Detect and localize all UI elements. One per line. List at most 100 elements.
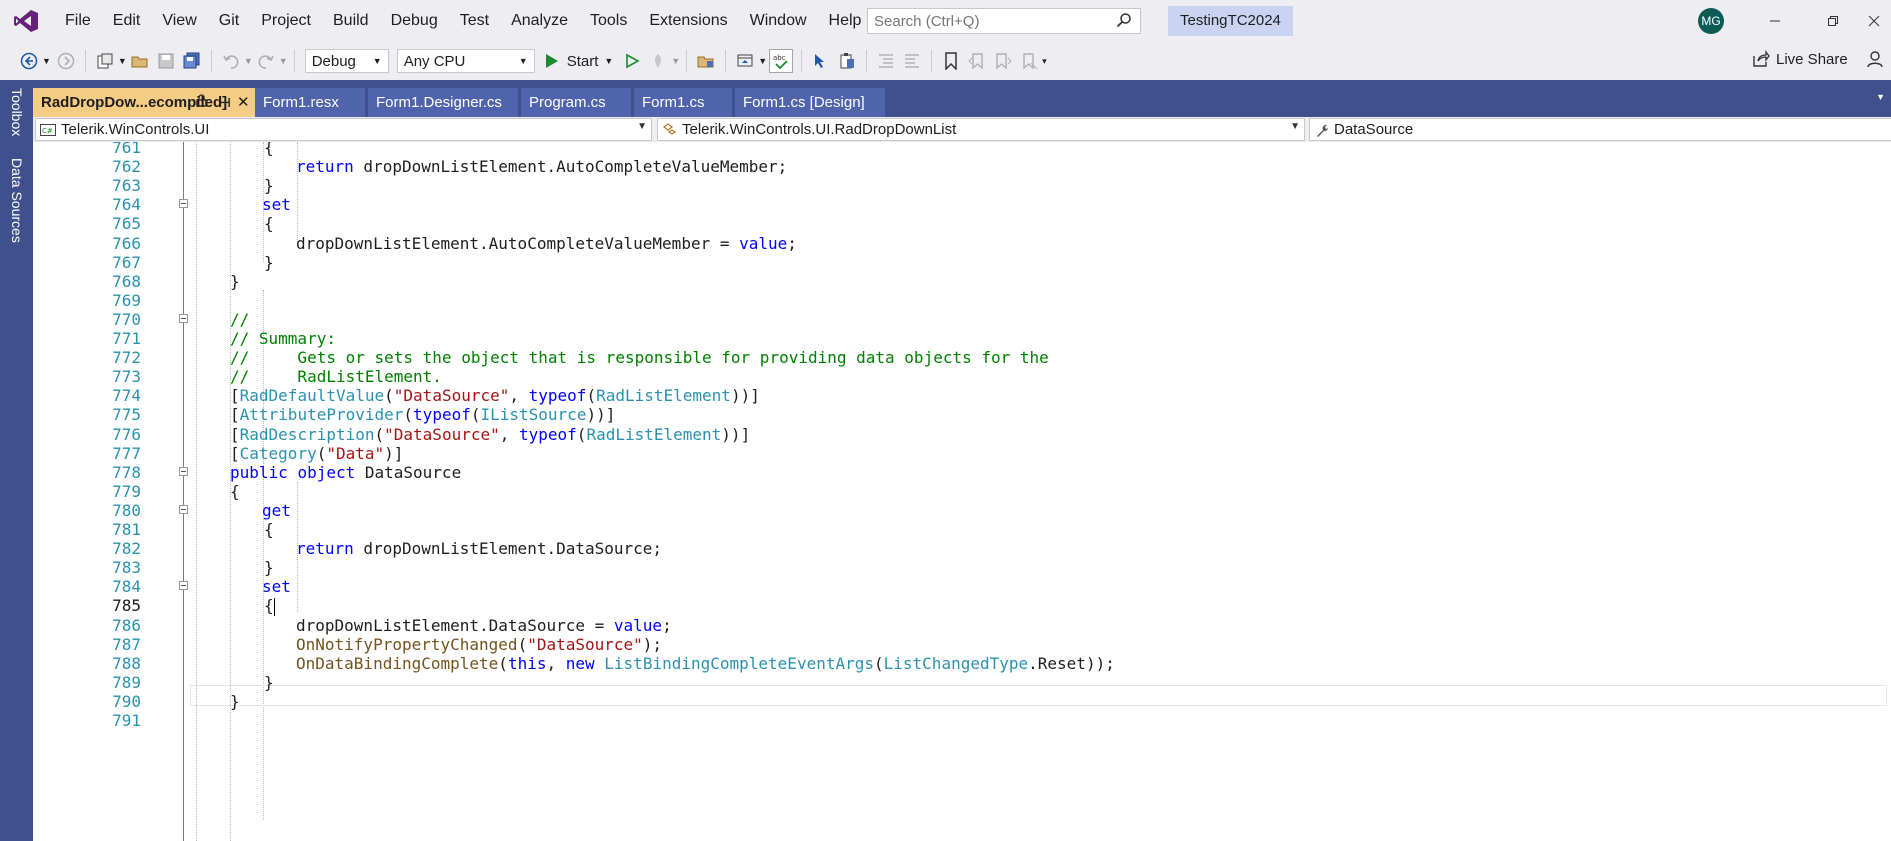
menu-debug[interactable]: Debug [380, 0, 449, 42]
menu-help[interactable]: Help [818, 0, 873, 42]
project-combo[interactable]: C# Telerik.WinControls.UI ▼ [35, 118, 652, 141]
new-project-icon[interactable] [94, 50, 116, 72]
undo-icon[interactable] [220, 50, 242, 72]
navigate-forward-icon[interactable] [55, 50, 77, 72]
toolbar-separator [866, 50, 868, 72]
navigate-back-icon[interactable] [18, 50, 40, 72]
open-folder-icon[interactable] [129, 50, 151, 72]
visual-studio-logo-icon[interactable] [12, 8, 40, 34]
chevron-down-icon[interactable]: ▼ [244, 56, 253, 66]
member-combo[interactable]: DataSource ▼ [1309, 118, 1891, 141]
search-box[interactable] [867, 8, 1141, 34]
search-icon[interactable] [1116, 12, 1132, 32]
clipboard-icon[interactable] [836, 50, 858, 72]
tab-raddropdownlist[interactable]: RadDropDow...ecompiled] ⊣ ✕ [33, 88, 255, 117]
menu-window[interactable]: Window [739, 0, 818, 42]
search-input[interactable] [868, 11, 1106, 31]
left-dock-strip: Toolbox Data Sources [0, 80, 33, 841]
toolbox-tab[interactable]: Toolbox [9, 88, 25, 136]
tab-form1-design[interactable]: Form1.cs [Design] [735, 88, 885, 117]
lock-icon [196, 88, 207, 117]
menu-project[interactable]: Project [250, 0, 322, 42]
code-editor[interactable]: 761{762 return dropDownListElement.AutoCo… [33, 142, 1891, 841]
pin-tab-icon[interactable]: ⊣ [219, 88, 231, 117]
start-debugging-button[interactable]: Start ▼ [545, 52, 613, 70]
project-combo-value: Telerik.WinControls.UI [61, 121, 210, 138]
collapse-region-icon[interactable] [179, 199, 188, 209]
toolbar-separator [725, 50, 727, 72]
menu-analyze[interactable]: Analyze [500, 0, 579, 42]
collapse-region-icon[interactable] [179, 504, 188, 514]
minimize-button[interactable] [1752, 0, 1798, 42]
collapse-region-icon[interactable] [179, 581, 188, 591]
code-line[interactable]: 791 [33, 709, 1891, 732]
live-share-label: Live Share [1776, 50, 1848, 68]
menu-extensions[interactable]: Extensions [638, 0, 738, 42]
class-icon [663, 122, 677, 135]
tab-form1-designer[interactable]: Form1.Designer.cs [368, 88, 518, 117]
redo-icon[interactable] [255, 50, 277, 72]
svg-text:abc: abc [773, 54, 786, 62]
solution-configuration-value: Debug [311, 52, 356, 70]
code-map-icon[interactable] [734, 50, 756, 72]
cursor-pointer-icon[interactable] [810, 50, 832, 72]
menu-edit[interactable]: Edit [102, 0, 152, 42]
open-in-file-explorer-icon[interactable] [695, 50, 717, 72]
comment-out-icon[interactable] [875, 50, 897, 72]
solution-name-badge[interactable]: TestingTC2024 [1168, 6, 1293, 36]
close-window-button[interactable] [1856, 0, 1891, 42]
tab-list-dropdown-icon[interactable]: ▼ [1876, 92, 1885, 102]
chevron-down-icon: ▼ [518, 56, 528, 66]
hot-reload-icon[interactable] [647, 50, 669, 72]
solution-configuration-select[interactable]: Debug ▼ [304, 49, 389, 73]
toolbar-separator [84, 50, 86, 72]
next-bookmark-icon[interactable] [992, 50, 1014, 72]
start-label: Start [566, 52, 599, 70]
chevron-down-icon[interactable]: ▼ [671, 56, 680, 66]
collapse-region-icon[interactable] [179, 313, 188, 323]
chevron-down-icon[interactable]: ▼ [118, 56, 127, 66]
restore-button[interactable] [1810, 0, 1856, 42]
chevron-down-icon[interactable]: ▼ [279, 56, 288, 66]
data-sources-tab[interactable]: Data Sources [9, 158, 25, 243]
member-combo-value: DataSource [1334, 121, 1414, 138]
tab-program-cs[interactable]: Program.cs [521, 88, 631, 117]
menu-bar: File Edit View Git Project Build Debug Test Anal… [0, 0, 1891, 42]
start-without-debugging-icon[interactable] [621, 50, 643, 72]
tab-form1-resx[interactable]: Form1.resx [255, 88, 365, 117]
menu-file[interactable]: File [54, 0, 102, 42]
type-combo-value: Telerik.WinControls.UI.RadDropDownList [682, 121, 957, 138]
solution-platform-select[interactable]: Any CPU ▼ [396, 49, 535, 73]
share-icon [1753, 50, 1770, 67]
save-icon[interactable] [155, 50, 177, 72]
menu-build[interactable]: Build [322, 0, 380, 42]
tab-form1-cs[interactable]: Form1.cs [634, 88, 732, 117]
menu-test[interactable]: Test [449, 0, 500, 42]
chevron-down-icon[interactable]: ▼ [42, 56, 51, 66]
close-tab-icon[interactable]: ✕ [237, 88, 250, 117]
chevron-down-icon[interactable]: ▼ [758, 56, 767, 66]
chevron-down-icon[interactable]: ▼ [604, 56, 613, 66]
account-icon[interactable] [1866, 50, 1886, 68]
menu-tools[interactable]: Tools [579, 0, 638, 42]
save-all-icon[interactable] [181, 50, 203, 72]
menu-view[interactable]: View [151, 0, 207, 42]
menu-items: File Edit View Git Project Build Debug Test Anal… [54, 0, 872, 42]
toolbar-separator [210, 50, 212, 72]
clear-bookmarks-icon[interactable] [1018, 50, 1040, 72]
bookmark-icon[interactable] [940, 50, 962, 72]
previous-bookmark-icon[interactable] [966, 50, 988, 72]
type-combo[interactable]: Telerik.WinControls.UI.RadDropDownList ▼ [657, 118, 1305, 141]
menu-git[interactable]: Git [208, 0, 250, 42]
toolbar-overflow-icon[interactable]: ▾ [1042, 56, 1047, 67]
line-number: 791 [112, 711, 141, 730]
toolbar-separator [686, 50, 688, 72]
live-share-button[interactable]: Live Share [1752, 50, 1886, 68]
solution-platform-value: Any CPU [403, 52, 466, 70]
uncomment-icon[interactable] [901, 50, 923, 72]
chevron-down-icon: ▼ [637, 121, 647, 132]
wrench-icon [1317, 124, 1328, 137]
avatar[interactable]: MG [1698, 8, 1724, 34]
spell-check-icon[interactable]: abc [769, 49, 794, 73]
collapse-region-icon[interactable] [179, 466, 188, 476]
